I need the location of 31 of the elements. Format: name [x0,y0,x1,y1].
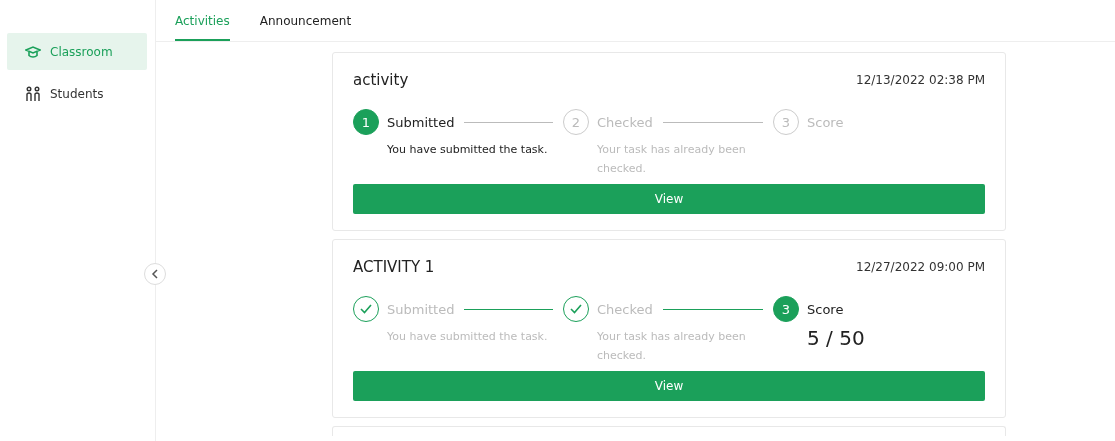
step-label: Submitted [387,301,455,317]
view-button[interactable]: View [353,371,985,401]
score-value: 5 / 50 [807,326,866,350]
activity-title: ACTIVITY 1 [353,258,435,276]
people-icon [25,85,41,102]
activity-date: 12/13/2022 02:38 PM [856,73,985,87]
step-description: You have submitted the task. [387,329,549,345]
sidebar-label: Students [50,86,104,101]
step-number: 1 [353,109,379,135]
step-description: Your task has already been checked. [597,142,747,177]
view-button[interactable]: View [353,184,985,214]
graduation-cap-icon [25,44,41,59]
step-description: Your task has already been checked. [597,329,747,364]
sidebar-item[interactable]: Students [7,75,147,112]
collapse-button[interactable] [144,263,166,285]
chevron-left-icon [151,269,159,279]
step-number: 3 [773,109,799,135]
step-description: You have submitted the task. [387,142,549,158]
tab[interactable]: Announcement [259,14,352,41]
activity-date: 12/27/2022 09:00 PM [856,260,985,274]
step-label: Checked [597,114,653,130]
tab[interactable]: Activities [175,14,230,41]
step-number: 3 [773,296,799,322]
step-label: Submitted [387,114,455,130]
step-label: Checked [597,301,653,317]
sidebar-label: Classroom [50,44,113,59]
step-label: Score [807,301,844,317]
step-number: 2 [563,109,589,135]
sidebar-item[interactable]: Classroom [7,33,147,70]
activity-title: activity [353,71,409,89]
step-label: Score [807,114,844,130]
